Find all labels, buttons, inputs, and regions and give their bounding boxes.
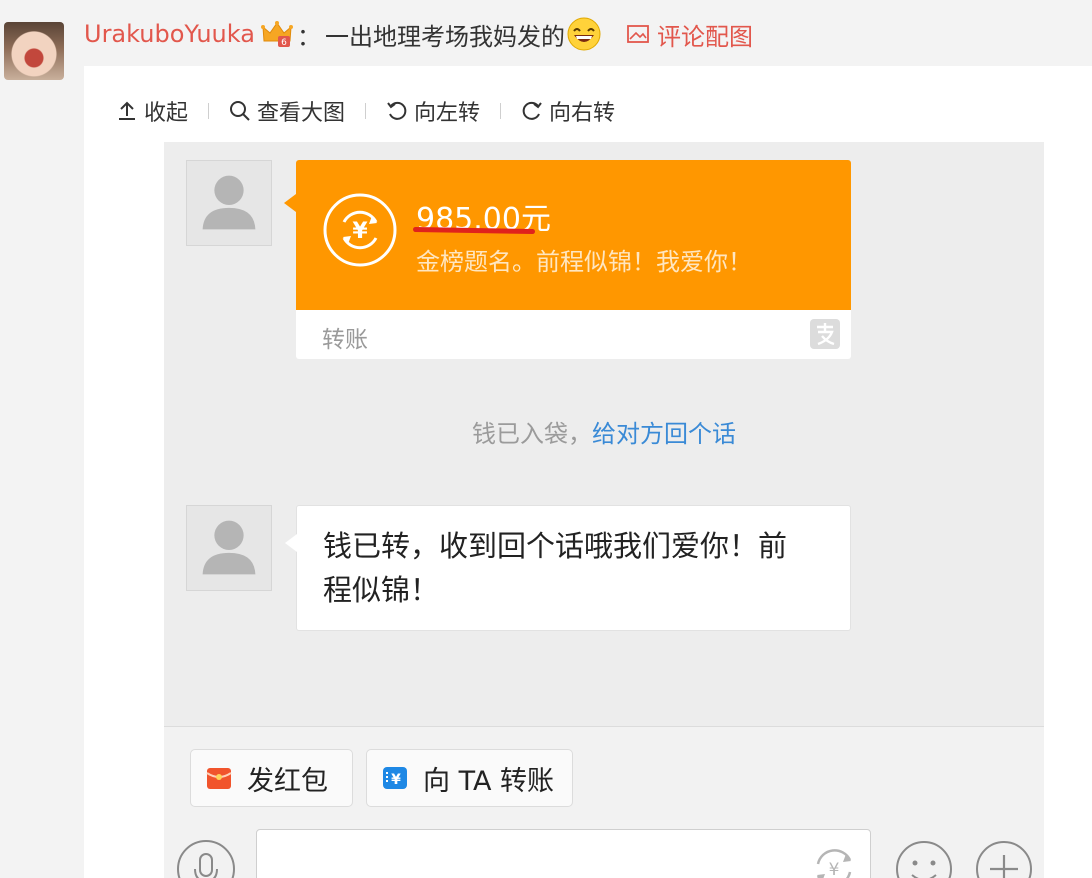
view-large-label: 查看大图 <box>257 101 346 126</box>
comment-image-link[interactable]: 评论配图 <box>627 17 753 52</box>
default-avatar-icon <box>202 175 256 230</box>
commenter-username[interactable]: UrakuboYuuka <box>84 20 255 48</box>
voice-icon[interactable] <box>176 839 236 878</box>
toolbar-divider <box>208 103 210 119</box>
rotate-right-label: 向右转 <box>549 101 616 126</box>
svg-text:¥: ¥ <box>352 219 368 244</box>
expanded-image-panel: 收起 查看大图 向左转 向右转 ¥ 985.00元 金榜题名。前程似锦！我爱你！… <box>84 66 1092 878</box>
rotate-left-label: 向左转 <box>414 101 481 126</box>
collapse-button[interactable]: 收起 <box>116 95 188 127</box>
view-large-button[interactable]: 查看大图 <box>229 95 345 127</box>
default-avatar-icon <box>202 520 256 575</box>
yuan-exchange-icon: ¥ <box>323 193 397 267</box>
red-packet-icon <box>206 768 232 789</box>
system-notice: 钱已入袋，给对方回个话 <box>164 414 1044 449</box>
sender-avatar <box>186 160 272 246</box>
transfer-note: 金榜题名。前程似锦！我爱你！ <box>416 248 752 276</box>
comment-line: UrakuboYuuka 6 ： 一出地理考场我妈发的 评论配图 <box>84 16 753 52</box>
weibo-comment-view: UrakuboYuuka 6 ： 一出地理考场我妈发的 评论配图 收起 查看大图… <box>0 0 1092 878</box>
reply-prompt-link[interactable]: 给对方回个话 <box>592 420 736 448</box>
transfer-to-label: 向 TA 转账 <box>423 765 555 797</box>
picture-icon <box>627 25 649 43</box>
toolbar-divider <box>500 103 502 119</box>
message-input[interactable]: ¥ <box>256 829 871 878</box>
rotate-left-button[interactable]: 向左转 <box>386 95 480 127</box>
chat-action-bar: 发红包 ¥ 向 TA 转账 ¥ <box>164 726 1044 878</box>
rotate-right-icon <box>522 101 542 120</box>
sender-avatar <box>186 505 272 591</box>
chat-screenshot: ¥ 985.00元 金榜题名。前程似锦！我爱你！ 转账 钱已入袋，给对方回个话 <box>164 142 1044 878</box>
red-packet-label: 发红包 <box>247 765 328 797</box>
upload-arrow-icon <box>119 101 135 120</box>
collapse-label: 收起 <box>144 101 189 126</box>
yuan-exchange-icon[interactable]: ¥ <box>808 842 860 878</box>
comment-text: 一出地理考场我妈发的 <box>324 22 565 51</box>
vip-crown-icon: 6 <box>260 21 293 48</box>
comment-image-link-label: 评论配图 <box>656 22 753 51</box>
transfer-label: 转账 <box>322 327 368 353</box>
rotate-right-button[interactable]: 向右转 <box>521 95 615 127</box>
grin-emoji-icon <box>567 17 601 51</box>
alipay-icon <box>810 319 840 349</box>
plus-icon[interactable] <box>974 839 1034 878</box>
transfer-icon: ¥ <box>383 767 407 789</box>
transfer-card[interactable]: ¥ 985.00元 金榜题名。前程似锦！我爱你！ 转账 <box>284 160 851 359</box>
rotate-left-icon <box>387 101 407 120</box>
notice-text: 钱已入袋， <box>472 420 592 448</box>
svg-text:¥: ¥ <box>391 772 401 788</box>
transfer-to-button[interactable]: ¥ 向 TA 转账 <box>366 749 573 807</box>
image-toolbar: 收起 查看大图 向左转 向右转 <box>116 96 615 126</box>
transfer-card-bottom: 转账 <box>296 310 851 359</box>
emoji-icon[interactable] <box>894 839 954 878</box>
red-packet-button[interactable]: 发红包 <box>190 749 353 807</box>
transfer-card-top: ¥ 985.00元 金榜题名。前程似锦！我爱你！ <box>284 160 851 310</box>
comment-colon: ： <box>296 22 321 51</box>
message-text: 钱已转，收到回个话哦我们爱你！前程似锦！ <box>323 529 788 607</box>
svg-text:6: 6 <box>281 38 287 48</box>
commenter-avatar[interactable] <box>4 22 64 80</box>
toolbar-divider <box>365 103 367 119</box>
message-bubble: 钱已转，收到回个话哦我们爱你！前程似锦！ <box>285 505 851 631</box>
svg-text:¥: ¥ <box>829 860 840 878</box>
search-icon <box>230 101 250 121</box>
